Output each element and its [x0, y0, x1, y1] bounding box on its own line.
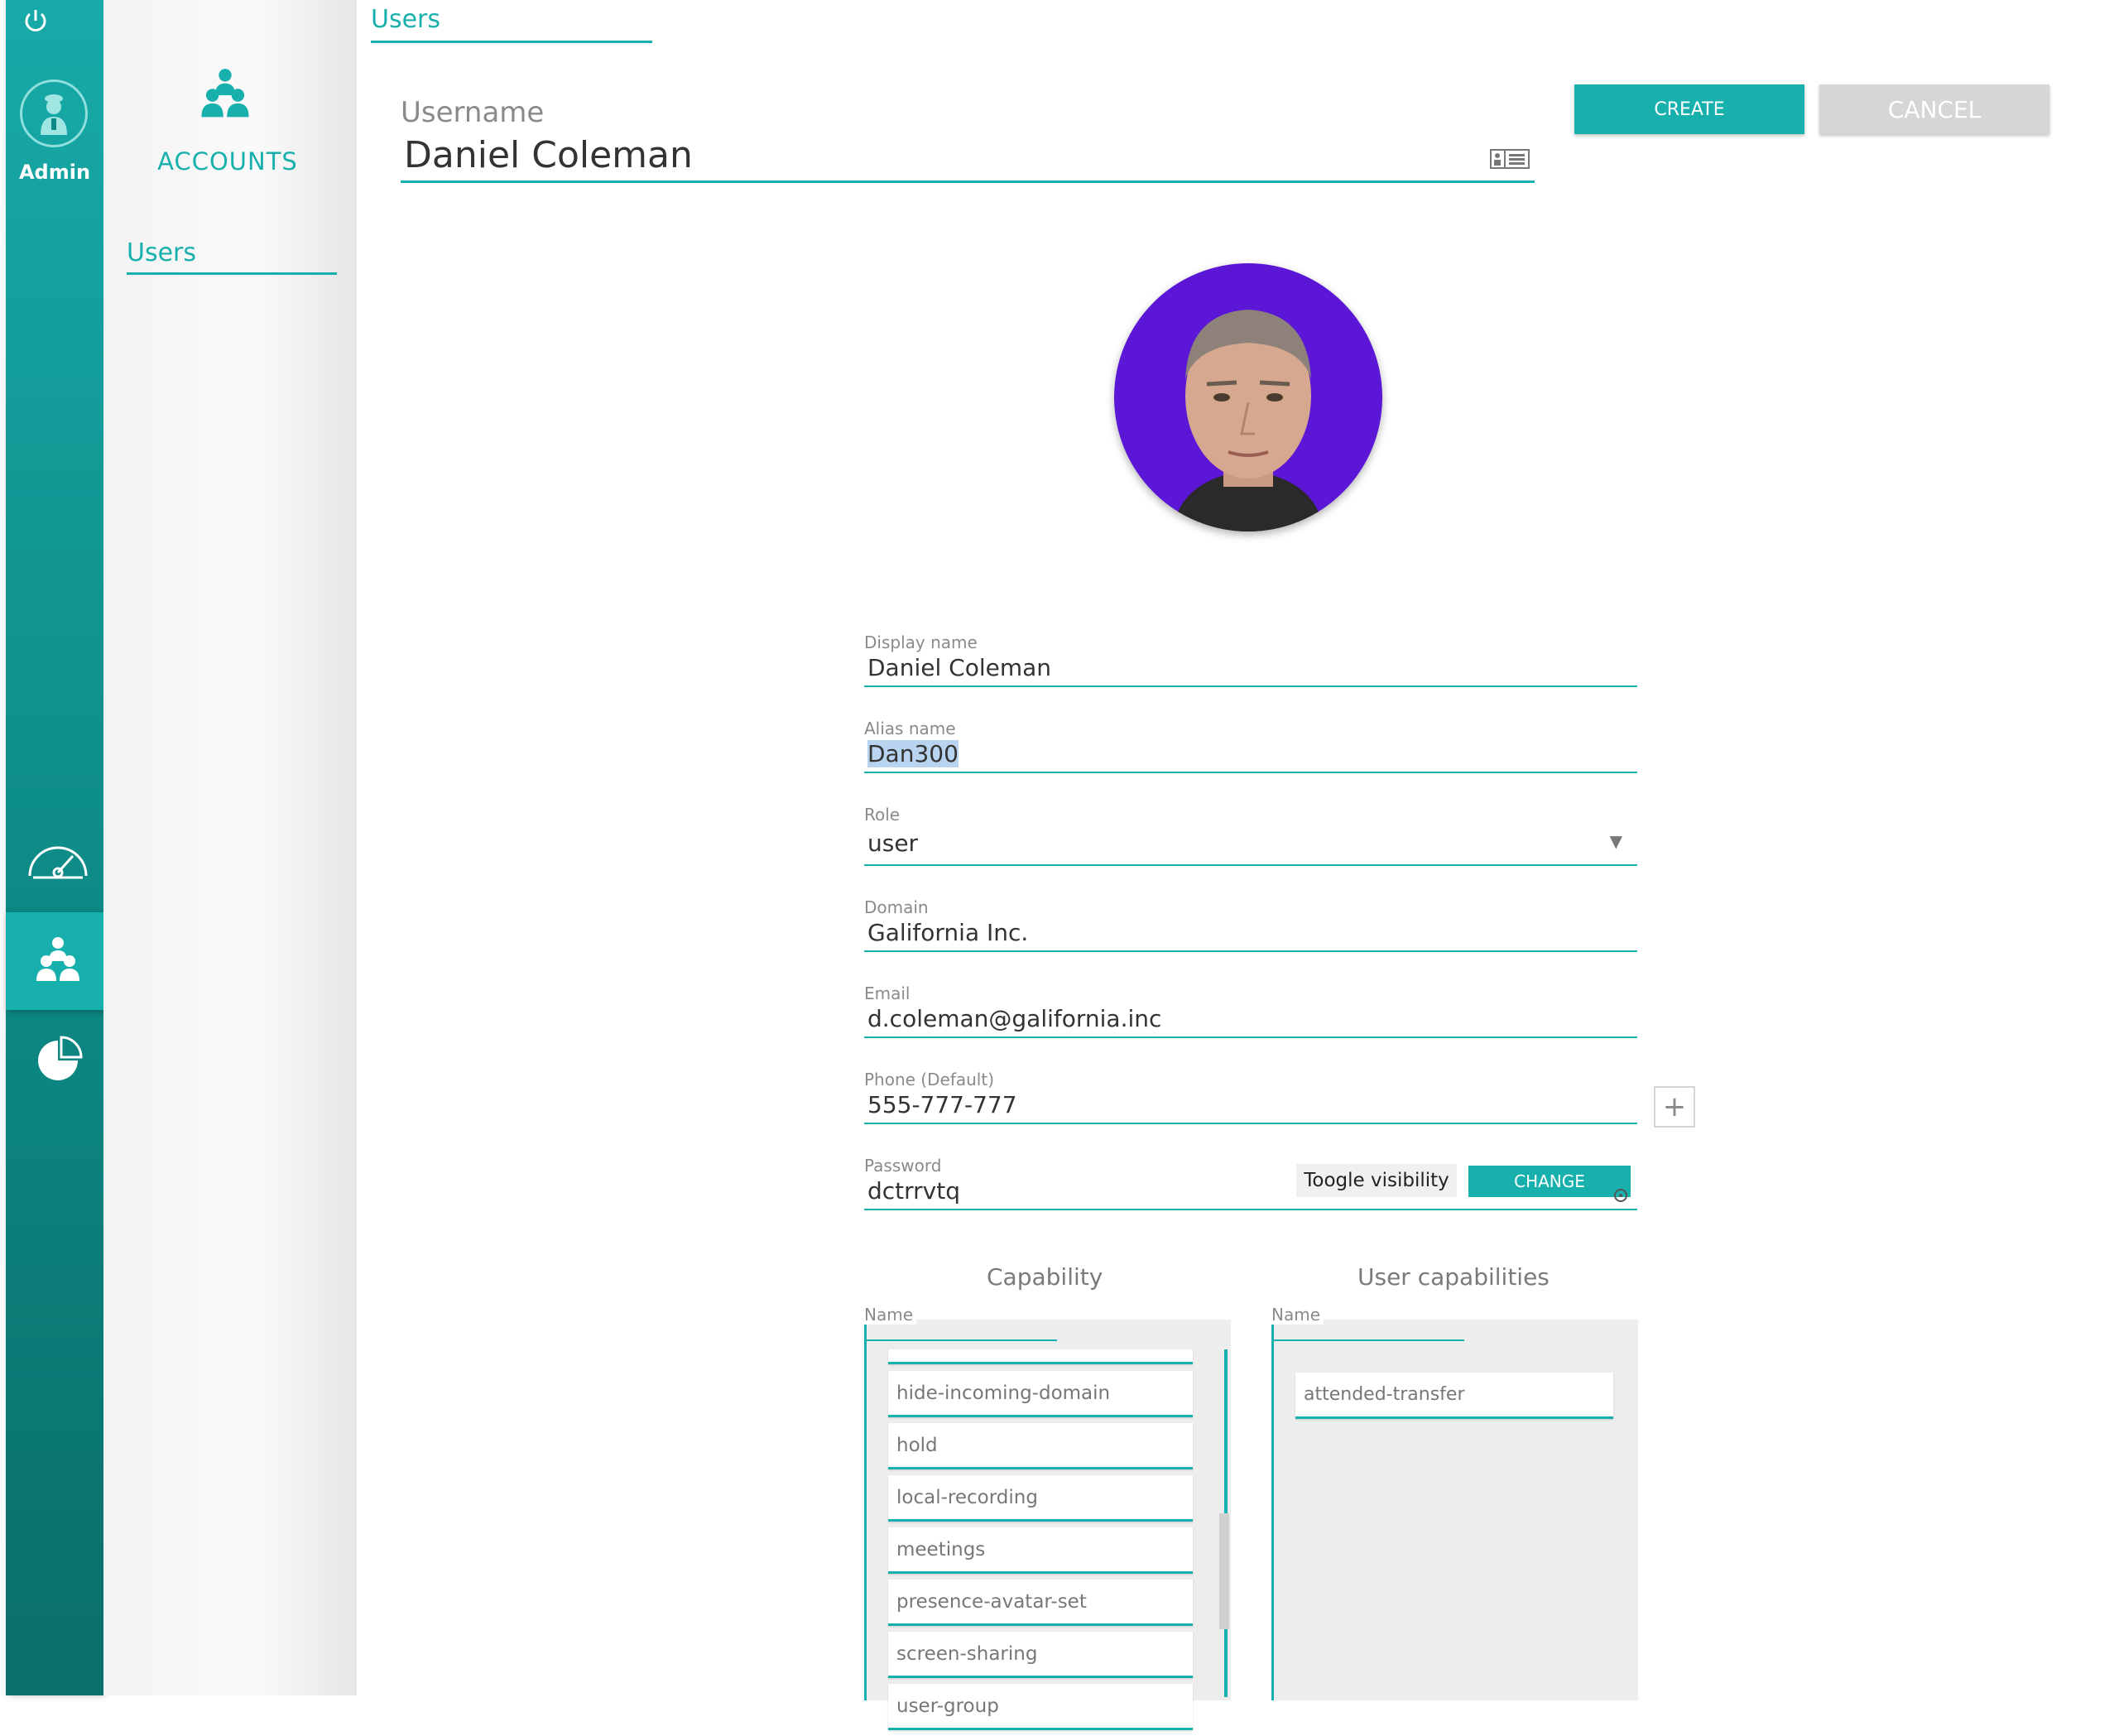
alias-name-label: Alias name — [864, 719, 956, 738]
list-item[interactable]: attended-transfer — [1295, 1373, 1613, 1419]
admin-label: Admin — [18, 161, 91, 184]
nav-reports[interactable] — [6, 1012, 110, 1109]
email-label: Email — [864, 983, 911, 1003]
scrollbar-thumb[interactable] — [1219, 1513, 1229, 1629]
power-icon[interactable] — [21, 7, 50, 36]
phone-label: Phone (Default) — [864, 1070, 994, 1089]
breadcrumb-users[interactable]: Users — [371, 5, 652, 43]
list-item[interactable]: meetings — [888, 1527, 1193, 1574]
user-capability-items: attended-transfer — [1295, 1373, 1613, 1425]
list-item[interactable]: hide-incoming-domain — [888, 1371, 1193, 1417]
domain-label: Domain — [864, 897, 929, 917]
cancel-button[interactable]: CANCEL — [1819, 84, 2049, 134]
admin-user-icon — [41, 94, 67, 135]
role-select[interactable]: Role user ▼ — [864, 805, 1637, 866]
chevron-down-icon[interactable]: ▼ — [1610, 831, 1622, 851]
capability-list: hide-incoming-domain hold local-recordin… — [864, 1320, 1231, 1730]
user-capability-column-header[interactable]: Name — [1271, 1305, 1324, 1325]
alias-name-field[interactable]: Alias name Dan300 — [864, 719, 1637, 773]
phone-value: 555-777-777 — [867, 1091, 1017, 1118]
domain-field[interactable]: Domain Galifornia Inc. — [864, 897, 1637, 952]
toggle-visibility-button[interactable]: Toogle visibility — [1296, 1164, 1457, 1197]
display-name-value: Daniel Coleman — [867, 654, 1052, 681]
email-field[interactable]: Email d.coleman@galifornia.inc — [864, 983, 1637, 1038]
list-item[interactable]: local-recording — [888, 1475, 1193, 1522]
nav-accounts[interactable] — [6, 912, 110, 1010]
sidebar-item-users[interactable]: Users — [127, 238, 337, 275]
capability-title: Capability — [987, 1263, 1103, 1291]
create-button[interactable]: CREATE — [1574, 84, 1804, 134]
role-label: Role — [864, 805, 901, 825]
admin-avatar[interactable] — [20, 79, 88, 147]
alias-name-value: Dan300 — [867, 740, 959, 767]
password-value: dctrrvtq — [867, 1177, 960, 1205]
domain-value: Galifornia Inc. — [867, 919, 1029, 946]
list-item[interactable]: user-group — [888, 1684, 1193, 1730]
alias-name-wrap: Dan300 — [867, 740, 959, 767]
capability-items: hide-incoming-domain hold local-recordin… — [888, 1349, 1193, 1736]
display-name-label: Display name — [864, 632, 978, 652]
password-label: Password — [864, 1156, 942, 1176]
gauge-icon — [28, 846, 88, 879]
capability-column-header[interactable]: Name — [864, 1305, 917, 1325]
nav-dashboard[interactable] — [6, 811, 110, 909]
username-label: Username — [401, 96, 545, 129]
accounts-title: ACCOUNTS — [157, 147, 298, 176]
key-icon — [1612, 1187, 1629, 1207]
username-value: Daniel Coleman — [404, 134, 693, 176]
list-item[interactable]: presence-avatar-set — [888, 1580, 1193, 1626]
role-value: user — [867, 830, 919, 857]
left-rail: Admin — [6, 0, 110, 1695]
phone-field[interactable]: Phone (Default) 555-777-777 — [864, 1070, 1637, 1124]
accounts-icon — [196, 68, 254, 126]
column-underline — [1274, 1339, 1464, 1341]
list-item[interactable] — [888, 1349, 1193, 1364]
email-value: d.coleman@galifornia.inc — [867, 1005, 1162, 1032]
accounts-icon — [36, 937, 79, 981]
column-underline — [867, 1339, 1057, 1341]
accounts-panel: ACCOUNTS Users — [103, 0, 357, 1695]
pie-chart-icon — [38, 1036, 83, 1080]
vcard-icon[interactable] — [1490, 149, 1530, 172]
list-item[interactable]: screen-sharing — [888, 1632, 1193, 1678]
user-capability-list: attended-transfer — [1271, 1320, 1638, 1700]
add-phone-button[interactable]: + — [1654, 1086, 1695, 1128]
display-name-field[interactable]: Display name Daniel Coleman — [864, 632, 1637, 687]
list-item[interactable]: hold — [888, 1423, 1193, 1469]
user-avatar[interactable] — [1114, 263, 1382, 531]
username-field[interactable]: Daniel Coleman — [401, 132, 1535, 183]
user-capabilities-title: User capabilities — [1357, 1263, 1550, 1291]
change-password-button[interactable]: CHANGE — [1468, 1166, 1631, 1197]
